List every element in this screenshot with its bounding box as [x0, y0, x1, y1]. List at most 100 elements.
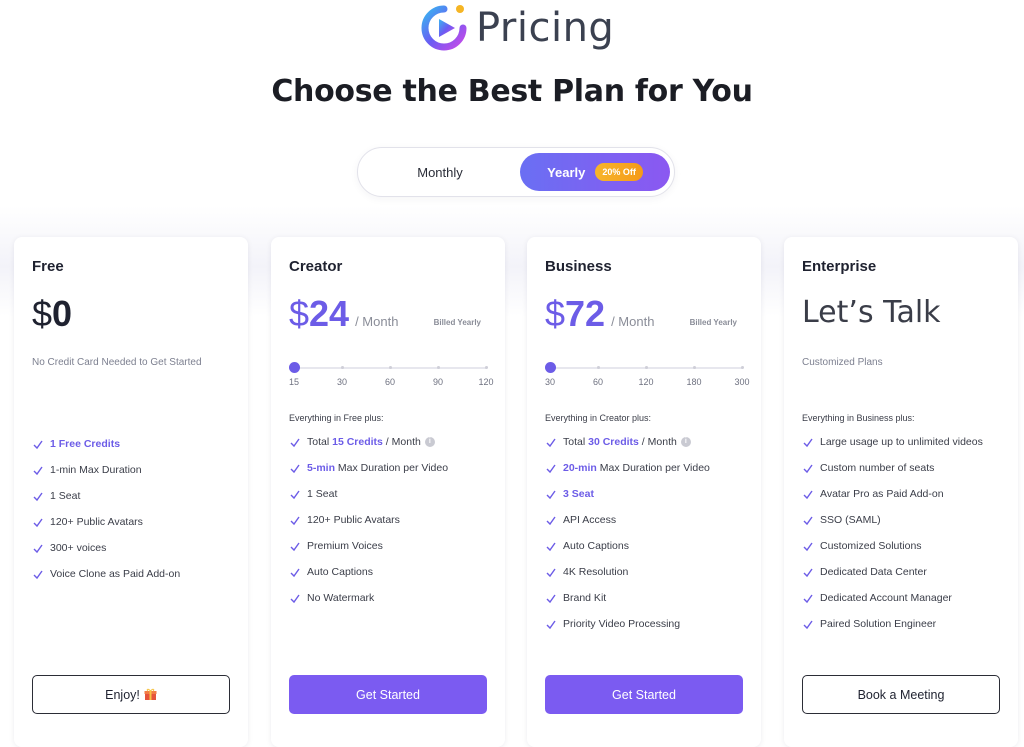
slider-tick[interactable]	[484, 366, 488, 369]
everything-in: Everything in Business plus:	[802, 413, 915, 423]
slider-tick[interactable]	[436, 366, 440, 369]
slider-tick-label: 90	[432, 377, 444, 387]
feature-item: 1 Free Credits	[32, 437, 238, 452]
slider-tick[interactable]	[644, 366, 648, 369]
price-currency: $	[545, 293, 566, 334]
slider-tick-label: 15	[288, 377, 300, 387]
everything-in: Everything in Creator plus:	[545, 413, 652, 423]
check-icon	[803, 620, 813, 630]
check-icon	[290, 464, 300, 474]
get-started-button[interactable]: Get Started	[289, 675, 487, 714]
page-title: Choose the Best Plan for You	[271, 74, 753, 109]
feature-item: Premium Voices	[289, 539, 495, 554]
plan-card-free: Free $0 No Credit Card Needed to Get Sta…	[14, 237, 248, 747]
slider-tick[interactable]	[340, 366, 344, 369]
feature-item: 300+ voices	[32, 541, 238, 556]
slider-knob[interactable]	[544, 362, 556, 373]
feature-item: 120+ Public Avatars	[32, 515, 238, 530]
toggle-yearly-label: Yearly	[547, 164, 586, 180]
feature-item: Customized Solutions	[802, 539, 1008, 554]
enjoy-button[interactable]: Enjoy!	[32, 675, 230, 714]
plan-name: Free	[32, 258, 64, 275]
feature-list: 1 Free Credits 1-min Max Duration 1 Seat…	[32, 437, 238, 593]
book-meeting-button[interactable]: Book a Meeting	[802, 675, 1000, 714]
check-icon	[33, 570, 43, 580]
slider-tick[interactable]	[388, 366, 392, 369]
slider-tick-label: 120	[638, 377, 654, 387]
logo-text: Pricing	[476, 5, 615, 51]
check-icon	[290, 568, 300, 578]
feature-item: Large usage up to unlimited videos	[802, 435, 1008, 450]
check-icon	[33, 518, 43, 528]
plan-name: Business	[545, 258, 612, 275]
feature-item: Brand Kit	[545, 591, 751, 606]
everything-in: Everything in Free plus:	[289, 413, 384, 423]
check-icon	[803, 464, 813, 474]
check-icon	[546, 568, 556, 578]
credits-slider[interactable]: 15 30 60 90 120	[288, 362, 494, 393]
billed-note: Billed Yearly	[433, 318, 481, 327]
price-amount: 24	[309, 293, 350, 334]
plan-card-business: Business $72 / Month Billed Yearly 30 60 1…	[527, 237, 761, 747]
discount-badge: 20% Off	[595, 163, 643, 181]
get-started-button[interactable]: Get Started	[545, 675, 743, 714]
price-period: / Month	[611, 314, 655, 329]
price-period: / Month	[355, 314, 399, 329]
feature-item: 3 Seat	[545, 487, 751, 502]
plan-card-creator: Creator $24 / Month Billed Yearly 15 30 60…	[271, 237, 505, 747]
logo: Pricing	[420, 0, 614, 56]
check-icon	[33, 492, 43, 502]
slider-tick-label: 30	[544, 377, 556, 387]
check-icon	[33, 544, 43, 554]
check-icon	[803, 516, 813, 526]
check-icon	[33, 466, 43, 476]
slider-tick-label: 120	[478, 377, 494, 387]
slider-tick-label: 60	[592, 377, 604, 387]
check-icon	[546, 464, 556, 474]
feature-item: Voice Clone as Paid Add-on	[32, 567, 238, 582]
logo-icon	[420, 3, 470, 53]
toggle-yearly[interactable]: Yearly 20% Off	[520, 153, 670, 191]
feature-item: Auto Captions	[289, 565, 495, 580]
feature-item: Dedicated Data Center	[802, 565, 1008, 580]
feature-item: Custom number of seats	[802, 461, 1008, 476]
check-icon	[546, 490, 556, 500]
slider-tick[interactable]	[596, 366, 600, 369]
feature-item: Total 15 Credits / Month i	[289, 435, 495, 450]
price: $0	[32, 293, 72, 335]
feature-item: 120+ Public Avatars	[289, 513, 495, 528]
button-label: Enjoy!	[105, 687, 140, 702]
feature-item: Priority Video Processing	[545, 617, 751, 632]
info-icon[interactable]: i	[680, 437, 691, 448]
slider-tick[interactable]	[692, 366, 696, 369]
gift-icon	[144, 688, 157, 700]
info-icon[interactable]: i	[424, 437, 435, 448]
feature-item: API Access	[545, 513, 751, 528]
price-currency: $	[32, 293, 53, 334]
slider-knob[interactable]	[288, 362, 300, 373]
check-icon	[546, 438, 556, 448]
feature-item: Paired Solution Engineer	[802, 617, 1008, 632]
slider-tick[interactable]	[740, 366, 744, 369]
slider-tick-label: 60	[384, 377, 396, 387]
button-label: Get Started	[356, 687, 420, 702]
button-label: Get Started	[612, 687, 676, 702]
feature-item: 20-min Max Duration per Video	[545, 461, 751, 476]
check-icon	[803, 594, 813, 604]
feature-item: Total 30 Credits / Month i	[545, 435, 751, 450]
feature-item: 1-min Max Duration	[32, 463, 238, 478]
billing-toggle[interactable]: Monthly Yearly 20% Off	[357, 147, 675, 197]
plan-subline: Customized Plans	[802, 357, 883, 368]
feature-list: Total 15 Credits / Month i 5-min Max Dura…	[289, 435, 495, 617]
check-icon	[546, 516, 556, 526]
slider-tick-label: 300	[734, 377, 750, 387]
check-icon	[290, 516, 300, 526]
feature-item: No Watermark	[289, 591, 495, 606]
check-icon	[546, 620, 556, 630]
toggle-monthly[interactable]: Monthly	[360, 150, 520, 194]
price-amount: 72	[565, 293, 606, 334]
credits-slider[interactable]: 30 60 120 180 300	[544, 362, 750, 393]
price: $72 / Month	[545, 293, 654, 335]
plan-card-enterprise: Enterprise Let’s Talk Customized Plans E…	[784, 237, 1018, 747]
feature-list: Total 30 Credits / Month i 20-min Max Dur…	[545, 435, 751, 643]
